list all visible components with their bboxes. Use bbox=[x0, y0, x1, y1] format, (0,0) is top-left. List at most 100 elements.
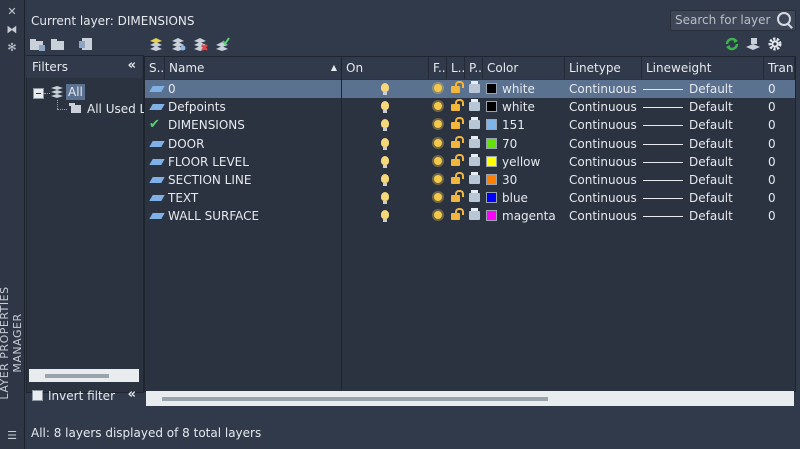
filters-horizontal-scrollbar[interactable] bbox=[29, 369, 139, 382]
layer-lineweight[interactable]: Default bbox=[689, 153, 759, 171]
color-swatch[interactable] bbox=[486, 101, 497, 113]
color-swatch[interactable] bbox=[486, 174, 497, 185]
printer-icon[interactable] bbox=[469, 117, 480, 130]
layer-lineweight[interactable]: Default bbox=[689, 98, 759, 116]
new-group-filter-icon[interactable] bbox=[50, 37, 66, 51]
properties-gear-icon[interactable]: ✻ bbox=[6, 42, 18, 54]
layer-name[interactable]: FLOOR LEVEL bbox=[168, 153, 338, 171]
unlocked-icon[interactable] bbox=[451, 135, 464, 148]
light-bulb-on-icon[interactable] bbox=[381, 210, 389, 223]
layer-name[interactable]: SECTION LINE bbox=[168, 171, 338, 189]
layer-color-name[interactable]: 151 bbox=[502, 116, 562, 134]
layer-name[interactable]: TEXT bbox=[168, 189, 338, 207]
layer-lineweight[interactable]: Default bbox=[689, 116, 759, 134]
layer-row[interactable]: Defpoints white Continuous Default 0 bbox=[145, 98, 795, 116]
close-icon[interactable]: ✕ bbox=[6, 6, 18, 18]
layer-name[interactable]: DIMENSIONS bbox=[168, 116, 338, 134]
column-status[interactable]: S... bbox=[145, 57, 165, 79]
layer-color-name[interactable]: white bbox=[502, 80, 562, 98]
layer-list-horizontal-scrollbar[interactable] bbox=[146, 391, 794, 406]
layer-lineweight[interactable]: Default bbox=[689, 189, 759, 207]
collapse-filters-icon[interactable]: « bbox=[128, 58, 136, 73]
column-lock[interactable]: L... bbox=[447, 57, 465, 79]
invert-filter-checkbox[interactable] bbox=[32, 390, 43, 401]
delete-layer-icon[interactable] bbox=[192, 37, 208, 51]
unlocked-icon[interactable] bbox=[451, 99, 464, 112]
layer-lineweight[interactable]: Default bbox=[689, 171, 759, 189]
layer-transparency[interactable]: 0 bbox=[768, 116, 794, 134]
unlocked-icon[interactable] bbox=[451, 208, 464, 221]
sun-thawed-icon[interactable] bbox=[434, 175, 442, 183]
sun-thawed-icon[interactable] bbox=[434, 193, 442, 202]
layer-name[interactable]: Defpoints bbox=[168, 98, 338, 116]
layer-transparency[interactable]: 0 bbox=[768, 153, 794, 171]
color-swatch[interactable] bbox=[486, 210, 497, 222]
sun-thawed-icon[interactable] bbox=[434, 138, 442, 147]
color-swatch[interactable] bbox=[486, 155, 497, 167]
new-property-filter-icon[interactable] bbox=[29, 37, 45, 51]
color-swatch[interactable] bbox=[486, 119, 497, 131]
column-plot[interactable]: P... bbox=[465, 57, 483, 79]
layer-name[interactable]: WALL SURFACE bbox=[168, 207, 338, 225]
layer-lineweight[interactable]: Default bbox=[689, 135, 759, 153]
layer-linetype[interactable]: Continuous bbox=[569, 80, 641, 98]
layer-row[interactable]: ✔ DIMENSIONS 151 Continuous Default 0 bbox=[145, 116, 795, 134]
column-name[interactable]: Name ▲ bbox=[165, 57, 342, 79]
printer-icon[interactable] bbox=[469, 135, 480, 148]
printer-icon[interactable] bbox=[469, 81, 480, 93]
layer-states-manager-icon[interactable] bbox=[78, 37, 94, 51]
settings-gear-icon[interactable] bbox=[767, 36, 783, 51]
printer-icon[interactable] bbox=[469, 190, 480, 203]
layer-color-name[interactable]: white bbox=[502, 98, 562, 116]
layer-lineweight[interactable]: Default bbox=[689, 80, 759, 98]
filter-tree-item-all[interactable]: All bbox=[66, 84, 85, 100]
light-bulb-on-icon[interactable] bbox=[381, 83, 389, 95]
printer-icon[interactable] bbox=[469, 153, 480, 166]
layer-linetype[interactable]: Continuous bbox=[569, 171, 641, 189]
sun-thawed-icon[interactable] bbox=[434, 120, 442, 129]
tree-collapse-icon[interactable] bbox=[33, 88, 44, 99]
layer-transparency[interactable]: 0 bbox=[768, 135, 794, 153]
layer-transparency[interactable]: 0 bbox=[768, 98, 794, 116]
sun-thawed-icon[interactable] bbox=[434, 211, 442, 220]
collapse-tree-icon[interactable]: « bbox=[128, 387, 136, 402]
layer-translator-icon[interactable] bbox=[745, 37, 761, 51]
layer-linetype[interactable]: Continuous bbox=[569, 116, 641, 134]
unlocked-icon[interactable] bbox=[451, 190, 464, 203]
layer-linetype[interactable]: Continuous bbox=[569, 207, 641, 225]
sun-thawed-icon[interactable] bbox=[434, 156, 442, 165]
color-swatch[interactable] bbox=[486, 192, 497, 204]
layer-name[interactable]: 0 bbox=[168, 80, 338, 98]
layer-row[interactable]: FLOOR LEVEL yellow Continuous Default 0 bbox=[145, 153, 795, 171]
layer-row[interactable]: WALL SURFACE magenta Continuous Default 0 bbox=[145, 207, 795, 225]
layer-color-name[interactable]: magenta bbox=[502, 207, 562, 225]
layer-transparency[interactable]: 0 bbox=[768, 189, 794, 207]
layer-linetype[interactable]: Continuous bbox=[569, 135, 641, 153]
unlocked-icon[interactable] bbox=[451, 153, 464, 166]
light-bulb-on-icon[interactable] bbox=[381, 192, 389, 205]
color-swatch[interactable] bbox=[486, 83, 497, 94]
printer-icon[interactable] bbox=[469, 99, 480, 112]
sun-thawed-icon[interactable] bbox=[434, 102, 442, 111]
column-linetype[interactable]: Linetype bbox=[565, 57, 642, 79]
light-bulb-on-icon[interactable] bbox=[381, 137, 389, 150]
layer-row[interactable]: 0 white Continuous Default 0 bbox=[145, 80, 795, 98]
layer-row[interactable]: TEXT blue Continuous Default 0 bbox=[145, 189, 795, 207]
layer-linetype[interactable]: Continuous bbox=[569, 189, 641, 207]
unlocked-icon[interactable] bbox=[451, 172, 464, 184]
layer-transparency[interactable]: 0 bbox=[768, 207, 794, 225]
printer-icon[interactable] bbox=[469, 208, 480, 221]
layer-transparency[interactable]: 0 bbox=[768, 171, 794, 189]
layer-transparency[interactable]: 0 bbox=[768, 80, 794, 98]
column-on[interactable]: On bbox=[342, 57, 429, 79]
search-icon[interactable] bbox=[777, 12, 791, 26]
light-bulb-on-icon[interactable] bbox=[381, 155, 389, 168]
new-layer-vp-frozen-icon[interactable] bbox=[170, 37, 186, 51]
sun-thawed-icon[interactable] bbox=[434, 84, 442, 92]
layer-name[interactable]: DOOR bbox=[168, 135, 338, 153]
layer-color-name[interactable]: 70 bbox=[502, 135, 562, 153]
auto-hide-icon[interactable]: ⧓ bbox=[6, 24, 18, 36]
layer-row[interactable]: SECTION LINE 30 Continuous Default 0 bbox=[145, 171, 795, 189]
new-layer-icon[interactable] bbox=[148, 37, 164, 51]
refresh-icon[interactable] bbox=[724, 37, 740, 51]
